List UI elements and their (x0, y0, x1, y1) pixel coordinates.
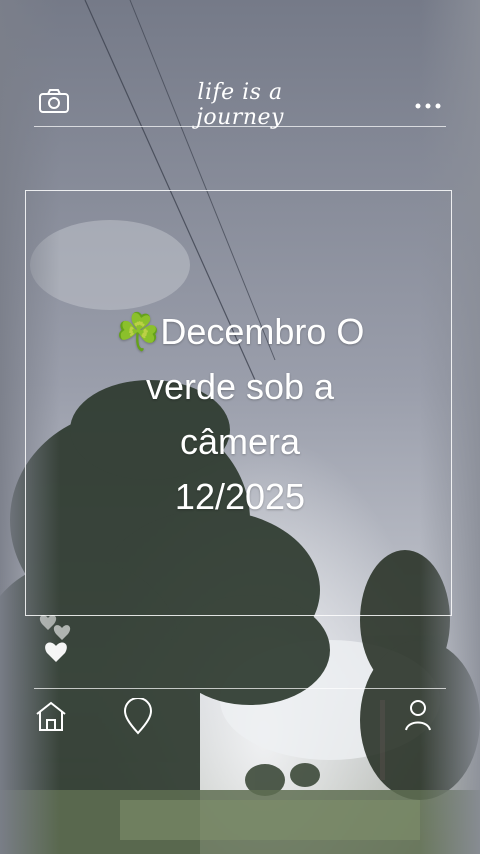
caption-line: câmera (179, 421, 301, 462)
post-caption: ☘️Decembro O verde sob a câmera 12/2025 (60, 304, 420, 524)
app-title: life is a journey (196, 80, 284, 130)
hearts-icon[interactable] (38, 610, 82, 672)
home-icon[interactable] (34, 700, 68, 736)
caption-line: 12/2025 (174, 476, 306, 517)
footer-divider (34, 688, 446, 689)
caption-line: verde sob a (145, 366, 335, 407)
profile-icon[interactable] (402, 698, 434, 736)
camera-icon[interactable] (38, 88, 70, 118)
caption-line: ☘️Decembro O (115, 311, 365, 352)
location-pin-icon[interactable] (122, 697, 154, 740)
more-dots-icon[interactable] (414, 96, 442, 115)
